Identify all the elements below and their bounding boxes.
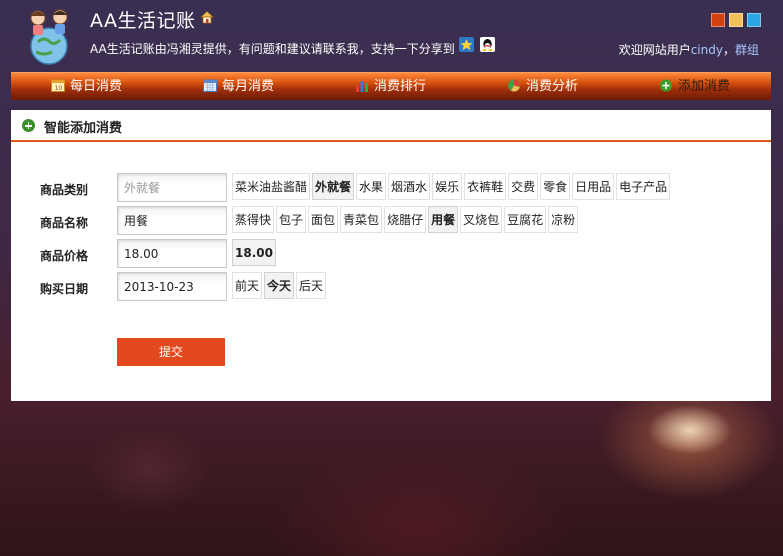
price-chip[interactable]: 18.00	[232, 239, 276, 266]
name-chip[interactable]: 用餐	[428, 206, 459, 233]
name-input[interactable]	[117, 206, 227, 235]
submit-button[interactable]: 提交	[117, 338, 225, 366]
price-options: 18.00	[232, 239, 278, 266]
main-nav: 10 每日消费 每月消费 消费排行 消费分析 添加消费	[11, 72, 771, 100]
name-chip[interactable]: 面包	[308, 206, 339, 233]
date-input[interactable]	[117, 272, 227, 301]
category-chip[interactable]: 外就餐	[312, 173, 355, 200]
qq-icon[interactable]	[480, 37, 495, 52]
theme-swatch-blue[interactable]	[747, 13, 761, 27]
price-input[interactable]	[117, 239, 227, 268]
nav-item-add[interactable]: 添加消费	[659, 73, 730, 100]
header: AA生活记账 AA生活记账由冯湘灵提供，有问题和建议请联系我，支持一下分享到 欢…	[0, 0, 783, 70]
category-input[interactable]	[117, 173, 227, 202]
panel-title: 智能添加消费	[44, 121, 123, 136]
pie-chart-icon	[508, 79, 520, 92]
nav-item-ranking[interactable]: 消费排行	[355, 73, 426, 100]
name-chip[interactable]: 蒸得快	[232, 206, 275, 233]
name-options: 蒸得快 包子 面包 青菜包 烧腊仔 用餐 叉烧包 豆腐花 凉粉	[232, 206, 580, 233]
price-label: 商品价格	[40, 249, 89, 263]
nav-item-monthly[interactable]: 每月消费	[203, 73, 274, 100]
theme-swatches	[711, 13, 765, 30]
category-chip[interactable]: 娱乐	[432, 173, 463, 200]
name-chip[interactable]: 包子	[276, 206, 307, 233]
welcome-prefix: 欢迎网站用户	[618, 43, 691, 57]
bar-chart-icon	[356, 81, 368, 92]
nav-label: 消费排行	[374, 79, 427, 94]
nav-label: 每日消费	[70, 79, 123, 94]
category-label: 商品类别	[40, 183, 89, 197]
category-chip[interactable]: 烟酒水	[388, 173, 431, 200]
category-chip[interactable]: 零食	[540, 173, 571, 200]
panel-header: 智能添加消费	[11, 110, 771, 142]
category-chip[interactable]: 衣裤鞋	[464, 173, 507, 200]
nav-label: 添加消费	[678, 79, 731, 94]
calendar-month-icon	[203, 79, 217, 92]
group-link[interactable]: 群组	[735, 43, 759, 57]
category-chip[interactable]: 菜米油盐酱醋	[232, 173, 311, 200]
name-chip[interactable]: 叉烧包	[460, 206, 503, 233]
name-label: 商品名称	[40, 216, 89, 230]
date-chip[interactable]: 前天	[232, 272, 263, 299]
separator: ，	[722, 43, 735, 57]
home-icon[interactable]	[200, 10, 214, 24]
nav-label: 消费分析	[526, 79, 579, 94]
name-chip[interactable]: 青菜包	[340, 206, 383, 233]
date-chip[interactable]: 今天	[264, 272, 295, 299]
app-title: AA生活记账	[90, 10, 196, 32]
date-chip[interactable]: 后天	[296, 272, 327, 299]
category-chip[interactable]: 日用品	[572, 173, 615, 200]
logo-kids-globe-icon	[30, 9, 68, 65]
category-chip[interactable]: 水果	[356, 173, 387, 200]
username-link[interactable]: cindy	[691, 43, 723, 57]
theme-swatch-yellow[interactable]	[729, 13, 743, 27]
nav-label: 每月消费	[222, 79, 275, 94]
theme-swatch-red[interactable]	[711, 13, 725, 27]
qzone-icon[interactable]	[459, 37, 474, 52]
category-chip[interactable]: 交费	[508, 173, 539, 200]
category-options: 菜米油盐酱醋 外就餐 水果 烟酒水 娱乐 衣裤鞋 交费 零食 日用品 电子产品	[232, 173, 672, 200]
name-chip[interactable]: 烧腊仔	[384, 206, 427, 233]
svg-text:10: 10	[55, 85, 63, 92]
welcome-text: 欢迎网站用户cindy，群组	[619, 41, 759, 58]
nav-item-daily[interactable]: 10 每日消费	[51, 73, 122, 100]
date-options: 前天 今天 后天	[232, 272, 328, 299]
add-expense-panel: 智能添加消费 商品类别 菜米油盐酱醋外就餐水果烟酒水娱乐衣裤鞋交费零食日用品电子…	[11, 110, 771, 401]
tagline: AA生活记账由冯湘灵提供，有问题和建议请联系我，支持一下分享到	[90, 42, 455, 56]
name-chip[interactable]: 豆腐花	[504, 206, 547, 233]
plus-circle-icon	[660, 79, 672, 92]
date-label: 购买日期	[40, 282, 89, 296]
nav-item-analysis[interactable]: 消费分析	[507, 73, 578, 100]
calendar-day-icon: 10	[51, 79, 65, 92]
plus-circle-icon	[22, 119, 35, 132]
category-chip[interactable]: 电子产品	[616, 173, 671, 200]
name-chip[interactable]: 凉粉	[548, 206, 579, 233]
